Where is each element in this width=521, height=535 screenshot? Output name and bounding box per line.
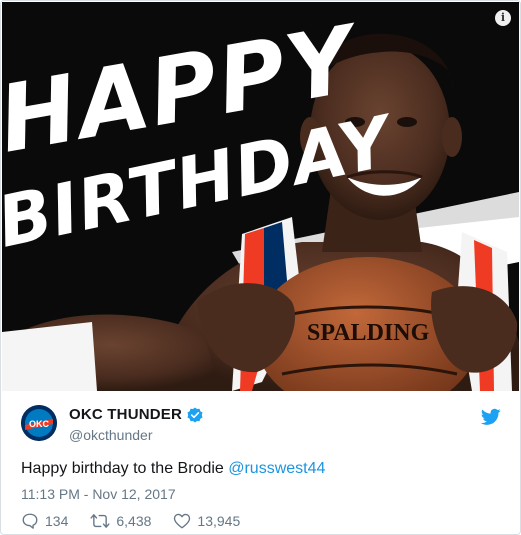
avatar[interactable]: OKC [21, 405, 57, 441]
reply-icon [22, 513, 38, 529]
reply-count: 134 [45, 513, 69, 529]
tweet-body-text: Happy birthday to the Brodie [21, 460, 229, 477]
like-count: 13,945 [197, 513, 241, 529]
ball-brand-text: SPALDING [307, 320, 430, 346]
tweet-header: OKC OKC THUNDER @okcthunder [21, 405, 501, 445]
birthday-graphic: SPALDING HAPPY BIRTHDAY [2, 2, 519, 391]
tweet-timestamp[interactable]: 11:13 PM - Nov 12, 2017 [21, 486, 176, 502]
retweet-count: 6,438 [116, 513, 152, 529]
reply-button[interactable]: 134 [21, 512, 68, 530]
name-row: OKC THUNDER [69, 406, 203, 423]
account-handle[interactable]: @okcthunder [69, 427, 152, 443]
like-button[interactable]: 13,945 [173, 512, 240, 530]
tweet-media-image[interactable]: SPALDING HAPPY BIRTHDAY i [2, 2, 519, 391]
tweet-actions: 134 6,438 13,945 [21, 512, 262, 530]
info-icon[interactable]: i [495, 10, 511, 26]
twitter-bird-icon[interactable] [481, 408, 501, 426]
okc-logo-icon: OKC [21, 405, 57, 441]
logo-text: OKC [29, 419, 50, 429]
account-name[interactable]: OKC THUNDER [69, 406, 182, 423]
retweet-icon [90, 514, 110, 528]
verified-badge-icon [187, 407, 203, 422]
mention-link[interactable]: @russwest44 [228, 460, 325, 477]
tweet-card: SPALDING HAPPY BIRTHDAY i OKC OKC THUNDE… [0, 0, 521, 535]
retweet-button[interactable]: 6,438 [90, 512, 151, 530]
heart-icon [174, 513, 191, 529]
tweet-text: Happy birthday to the Brodie @russwest44 [21, 460, 325, 478]
